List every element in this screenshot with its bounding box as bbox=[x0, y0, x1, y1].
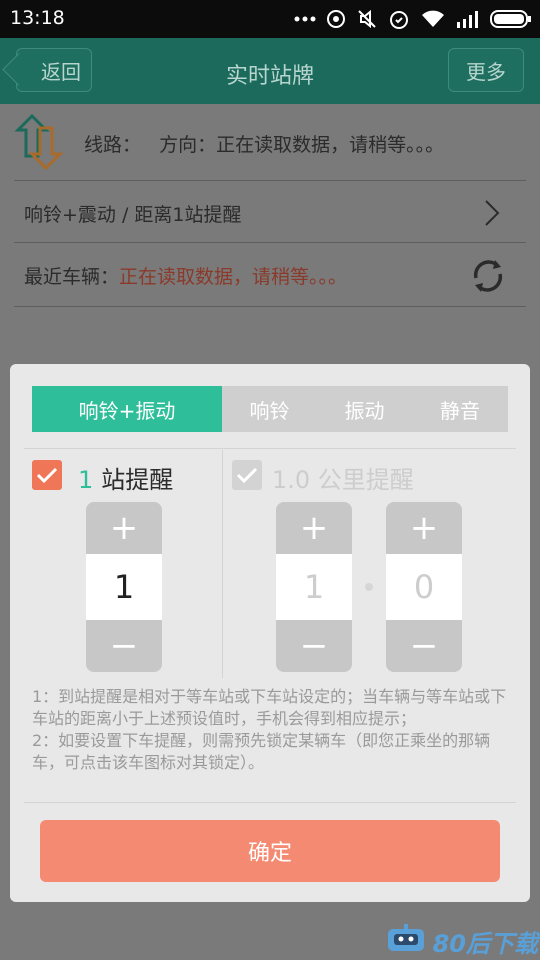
tab-ring[interactable]: 响铃 bbox=[222, 386, 317, 432]
station-count-value: 1 bbox=[86, 554, 162, 620]
chevron-right-icon bbox=[484, 199, 500, 231]
divider bbox=[24, 448, 516, 449]
more-button[interactable]: 更多 bbox=[448, 48, 524, 92]
distance-integer-value: 1 bbox=[276, 554, 352, 620]
status-bar: 13:18 bbox=[0, 0, 540, 38]
watermark-text: 80后下载 bbox=[432, 929, 538, 958]
checkmark-icon bbox=[236, 467, 258, 484]
reminder-settings-dialog: 响铃+振动 响铃 振动 静音 1 站提醒 + 1 − 1.0 公里提醒 + 1 −… bbox=[10, 364, 530, 902]
station-decrement-button[interactable]: − bbox=[86, 620, 162, 672]
divider bbox=[24, 802, 516, 803]
route-direction: 方向：正在读取数据，请稍等。。。 bbox=[159, 134, 445, 156]
direction-swap-icon[interactable] bbox=[12, 112, 68, 176]
signal-icon bbox=[456, 10, 480, 28]
route-label: 线路： bbox=[84, 134, 142, 156]
distance-decimal-increment-button[interactable]: + bbox=[386, 502, 462, 554]
tab-silent[interactable]: 静音 bbox=[412, 386, 508, 432]
confirm-button[interactable]: 确定 bbox=[40, 820, 500, 882]
distance-decimal-stepper: + 0 − bbox=[386, 502, 462, 672]
distance-remind-label: 1.0 公里提醒 bbox=[272, 466, 414, 494]
more-dots-icon bbox=[294, 15, 316, 23]
watermark: 80后下载 bbox=[385, 924, 538, 958]
nearest-vehicle-label: 最近车辆： bbox=[24, 266, 120, 288]
alert-mode-tabs: 响铃+振动 响铃 振动 静音 bbox=[32, 386, 508, 432]
nearest-vehicle-info: 最近车辆：正在读取数据，请稍等。。。 bbox=[24, 262, 347, 289]
alarm-icon bbox=[388, 8, 410, 30]
back-button-label: 返回 bbox=[41, 59, 81, 84]
distance-decimal-value: 0 bbox=[386, 554, 462, 620]
wifi-icon bbox=[420, 9, 446, 29]
nearest-vehicle-status: 正在读取数据，请稍等。。。 bbox=[119, 266, 348, 288]
station-remind-text: 站提醒 bbox=[101, 466, 174, 494]
battery-icon bbox=[490, 9, 532, 29]
robot-logo-icon bbox=[385, 923, 427, 959]
station-increment-button[interactable]: + bbox=[86, 502, 162, 554]
app-header: 返回 实时站牌 更多 bbox=[0, 38, 540, 104]
distance-remind-checkbox[interactable] bbox=[232, 460, 262, 490]
distance-integer-increment-button[interactable]: + bbox=[276, 502, 352, 554]
route-info: 线路： 方向：正在读取数据，请稍等。。。 bbox=[84, 130, 444, 157]
distance-integer-stepper: + 1 − bbox=[276, 502, 352, 672]
tab-ring-vibrate[interactable]: 响铃+振动 bbox=[32, 386, 222, 432]
sync-icon bbox=[326, 9, 346, 29]
station-remind-label: 1 站提醒 bbox=[78, 460, 173, 495]
divider bbox=[222, 450, 223, 678]
status-time: 13:18 bbox=[10, 7, 65, 29]
reminder-setting-text: 响铃+震动 / 距离1站提醒 bbox=[24, 204, 242, 226]
help-notes: 1：到站提醒是相对于等车站或下车站设定的；当车辆与等车站或下车站的距离小于上述预… bbox=[32, 686, 512, 774]
route-row: 线路： 方向：正在读取数据，请稍等。。。 bbox=[0, 104, 540, 180]
station-remind-checkbox[interactable] bbox=[32, 460, 62, 490]
mute-icon bbox=[356, 8, 378, 30]
tab-vibrate[interactable]: 振动 bbox=[317, 386, 412, 432]
reminder-row[interactable]: 响铃+震动 / 距离1站提醒 bbox=[0, 180, 540, 242]
divider bbox=[14, 306, 526, 307]
refresh-icon[interactable] bbox=[468, 256, 508, 300]
nearest-vehicle-row: 最近车辆：正在读取数据，请稍等。。。 bbox=[0, 242, 540, 306]
station-remind-count: 1 bbox=[78, 466, 94, 494]
distance-integer-decrement-button[interactable]: − bbox=[276, 620, 352, 672]
checkmark-icon bbox=[36, 467, 58, 484]
status-icons bbox=[294, 6, 532, 32]
help-note-1: 1：到站提醒是相对于等车站或下车站设定的；当车辆与等车站或下车站的距离小于上述预… bbox=[32, 687, 507, 728]
help-note-2: 2：如要设置下车提醒，则需预先锁定某辆车（即您正乘坐的那辆车，可点击该车图标对其… bbox=[32, 731, 491, 772]
distance-decimal-decrement-button[interactable]: − bbox=[386, 620, 462, 672]
station-count-stepper: + 1 − bbox=[86, 502, 162, 672]
decimal-point bbox=[365, 583, 373, 591]
